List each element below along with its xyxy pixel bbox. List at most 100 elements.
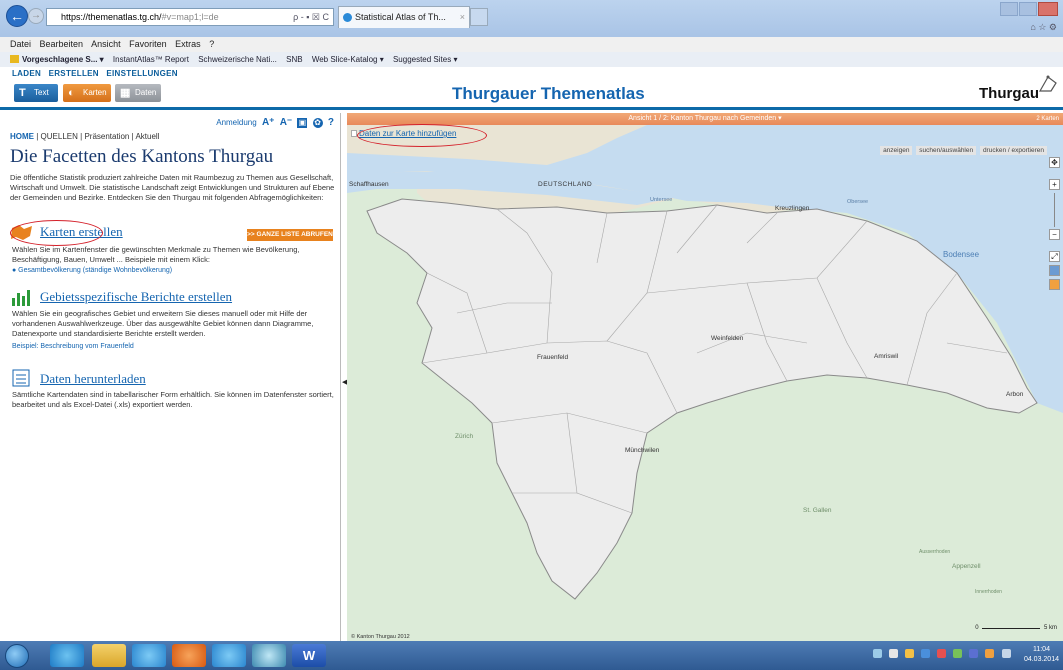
gesamtbevoelkerung-link[interactable]: ● Gesamtbevölkerung (ständige Wohnbevölk… xyxy=(12,267,172,274)
tab-favicon-icon xyxy=(343,13,352,22)
berichte-heading[interactable]: Gebietsspezifische Berichte erstellen xyxy=(40,289,232,305)
daten-button-label: Daten xyxy=(135,88,157,97)
font-decrease-button[interactable]: A⁻ xyxy=(280,117,293,128)
fav-item[interactable]: SNB xyxy=(286,55,302,64)
back-button[interactable]: ← xyxy=(6,5,28,27)
volume-icon[interactable] xyxy=(1001,649,1011,658)
nav-praesentation[interactable]: Präsentation xyxy=(84,132,129,141)
forward-button[interactable]: → xyxy=(28,8,44,24)
label-zuerich: Zürich xyxy=(455,433,474,440)
map-panel[interactable]: Ansicht 1 / 2: Kanton Thurgau nach Gemei… xyxy=(347,113,1063,641)
breadcrumb: HOME | QUELLEN | Präsentation | Aktuell xyxy=(10,132,159,141)
logo-text: Thurgau xyxy=(979,85,1039,102)
pan-icon[interactable]: ✥ xyxy=(1049,157,1060,168)
start-button[interactable] xyxy=(5,644,29,668)
minimize-button[interactable] xyxy=(1000,2,1018,16)
app-menu-erstellen[interactable]: ERSTELLEN xyxy=(49,69,99,78)
address-bar-icons[interactable]: ρ - ▪ ☒ C xyxy=(293,9,329,25)
label-muenchwilen: Münchwilen xyxy=(625,447,660,454)
tray-icon[interactable] xyxy=(953,649,963,658)
label-frauenfeld: Frauenfeld xyxy=(537,354,569,361)
ie-taskbar-icon[interactable] xyxy=(50,644,84,667)
daten-herunterladen-heading[interactable]: Daten herunterladen xyxy=(40,371,146,387)
clock[interactable]: 11:04 04.03.2014 xyxy=(1024,645,1059,665)
zoom-out-button[interactable]: − xyxy=(1049,229,1060,240)
nav-quellen[interactable]: QUELLEN xyxy=(41,132,78,141)
tray-icon[interactable] xyxy=(921,649,931,658)
fav-item[interactable]: Suggested Sites ▾ xyxy=(393,55,458,64)
text-button[interactable]: T Text xyxy=(14,84,58,102)
app-header: LADEN ERSTELLEN EINSTELLUNGEN T Text ◐ Kar… xyxy=(0,67,1063,110)
clock-date: 04.03.2014 xyxy=(1023,656,1059,663)
fav-item[interactable]: InstantAtlas™ Report xyxy=(113,55,189,64)
text-icon: T xyxy=(19,87,26,99)
tray-icon[interactable] xyxy=(905,649,915,658)
nav-home[interactable]: HOME xyxy=(10,132,34,141)
map-canvas[interactable] xyxy=(347,113,1063,641)
help-button[interactable]: ? xyxy=(328,117,334,128)
tray-icon[interactable] xyxy=(969,649,979,658)
maps-count[interactable]: 2 Karten xyxy=(1036,113,1059,125)
globe-taskbar-icon[interactable] xyxy=(252,644,286,667)
star-icon xyxy=(10,55,19,63)
chart-section-icon xyxy=(12,290,30,306)
address-bar[interactable]: https://themenatlas.tg.ch/#v=map1;l=de ρ… xyxy=(46,8,334,26)
map-view-header[interactable]: Ansicht 1 / 2: Kanton Thurgau nach Gemei… xyxy=(347,113,1063,125)
collapse-panel-handle[interactable]: ◀ xyxy=(342,378,347,386)
label-untersee: Untersee xyxy=(650,197,673,203)
legend-icon[interactable] xyxy=(1049,279,1060,290)
map-tool-anzeigen[interactable]: anzeigen xyxy=(880,146,913,155)
tray-icon[interactable] xyxy=(873,649,882,658)
close-window-button[interactable] xyxy=(1038,2,1058,16)
label-arbon: Arbon xyxy=(1006,391,1024,398)
tab-close-icon[interactable]: × xyxy=(460,7,465,27)
word-taskbar-icon[interactable]: W xyxy=(292,644,326,667)
tray-icon[interactable] xyxy=(889,649,899,658)
menu-bearbeiten[interactable]: Bearbeiten xyxy=(40,39,84,49)
menu-extras[interactable]: Extras xyxy=(175,39,201,49)
fav-item[interactable]: Schweizerische Nati... xyxy=(198,55,277,64)
ie2-taskbar-icon[interactable] xyxy=(212,644,246,667)
nav-aktuell[interactable]: Aktuell xyxy=(135,132,159,141)
browser-titlebar: ← → https://themenatlas.tg.ch/#v=map1;l=… xyxy=(0,0,1063,37)
browser-tool-icons[interactable]: ⌂ ☆ ⚙ xyxy=(1030,22,1057,33)
red-annotation-circle xyxy=(357,124,487,147)
menu-help[interactable]: ? xyxy=(209,39,214,49)
karten-button[interactable]: ◐ Karten xyxy=(63,84,111,102)
fullscreen-icon[interactable]: ⤢ xyxy=(1049,251,1060,262)
login-link[interactable]: Anmeldung xyxy=(216,118,256,127)
browser-tab[interactable]: Statistical Atlas of Th... × xyxy=(338,6,470,28)
ganze-liste-button[interactable]: >> GANZE LISTE ABRUFEN xyxy=(247,229,333,241)
ie-window-taskbar-icon[interactable] xyxy=(132,644,166,667)
maximize-button[interactable] xyxy=(1019,2,1037,16)
label-stgallen: St. Gallen xyxy=(803,507,832,514)
zoom-in-button[interactable]: + xyxy=(1049,179,1060,190)
layers-icon[interactable] xyxy=(1049,265,1060,276)
menu-favoriten[interactable]: Favoriten xyxy=(129,39,167,49)
tray-icon[interactable] xyxy=(985,649,995,658)
font-increase-button[interactable]: A⁺ xyxy=(262,117,275,128)
app-taskbar-icon[interactable] xyxy=(172,644,206,667)
frauenfeld-example-link[interactable]: Beispiel: Beschreibung vom Frauenfeld xyxy=(12,343,134,350)
fav-item[interactable]: Web Slice-Katalog ▾ xyxy=(312,55,384,64)
fav-item[interactable]: Vorgeschlagene S... ▾ xyxy=(10,55,104,64)
daten-button[interactable]: ▦ Daten xyxy=(115,84,161,102)
app-title: Thurgauer Themenatlas xyxy=(452,84,645,103)
map-tool-drucken[interactable]: drucken / exportieren xyxy=(979,146,1047,155)
view-title[interactable]: Ansicht 1 / 2: Kanton Thurgau nach Gemei… xyxy=(628,115,781,122)
menu-datei[interactable]: Datei xyxy=(10,39,31,49)
app-menu-laden[interactable]: LADEN xyxy=(12,69,41,78)
settings-icon[interactable]: ✿ xyxy=(312,118,323,128)
menu-ansicht[interactable]: Ansicht xyxy=(91,39,121,49)
tray-icon[interactable] xyxy=(937,649,947,658)
new-tab-button[interactable] xyxy=(470,8,488,26)
intro-text: Die öffentliche Statistik produziert zah… xyxy=(10,173,335,202)
app-menu-einstellungen[interactable]: EINSTELLUNGEN xyxy=(106,69,177,78)
zoom-slider-track[interactable] xyxy=(1054,193,1055,227)
label-ausserrhoden: Ausserrhoden xyxy=(919,549,951,555)
zoom-controls: ✥ + − ⤢ xyxy=(1049,157,1061,290)
map-tool-suchen[interactable]: suchen/auswählen xyxy=(916,146,977,155)
explorer-taskbar-icon[interactable] xyxy=(92,644,126,667)
print-icon[interactable]: ▣ xyxy=(297,118,308,128)
clock-time: 11:04 xyxy=(1032,646,1050,653)
